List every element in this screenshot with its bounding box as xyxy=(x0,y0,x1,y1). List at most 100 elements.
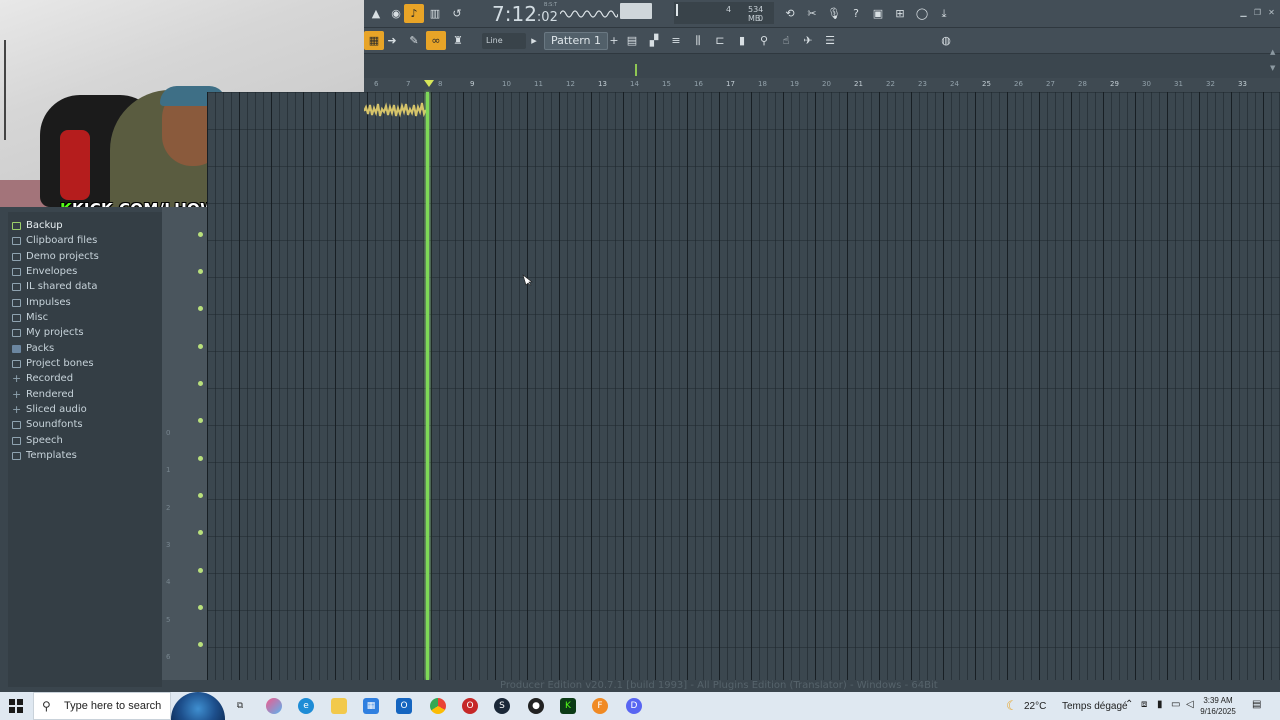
timeline-ruler[interactable]: 6 7 8 9 10 11 12 13 14 15 16 17 18 19 20… xyxy=(364,78,1280,92)
discord-icon[interactable]: D xyxy=(626,698,642,714)
undo-icon[interactable]: ⟲ xyxy=(780,4,800,23)
weather-moon-icon[interactable]: ☾ xyxy=(1004,698,1020,714)
browser-list: Backup Clipboard files Demo projects Env… xyxy=(8,212,162,687)
online-status-icon[interactable]: ◍ xyxy=(936,31,956,50)
copilot-icon[interactable] xyxy=(266,698,282,714)
channel-rack-icon[interactable]: ≡ xyxy=(666,31,686,50)
help-icon[interactable]: ? xyxy=(846,4,866,23)
mixer-window-icon[interactable]: ⫼ xyxy=(688,31,708,50)
loop-record-icon[interactable]: ↺ xyxy=(447,4,467,23)
octave-label: 4 xyxy=(166,578,171,586)
search-icon: ⚲ xyxy=(42,699,51,713)
time-marker[interactable] xyxy=(635,64,637,76)
track-indicator xyxy=(198,493,203,498)
minimize-icon[interactable]: ▁ xyxy=(1238,8,1249,17)
snap-selector[interactable]: Line xyxy=(482,33,526,49)
task-view-icon[interactable]: ⧉ xyxy=(232,698,248,714)
metronome-icon[interactable]: ◉ xyxy=(386,4,406,23)
kick-app-icon[interactable]: K xyxy=(560,698,576,714)
microphone-tray-icon[interactable]: ▮ xyxy=(1157,699,1163,710)
ruler-tick: 16 xyxy=(694,80,703,88)
download-icon[interactable]: ⤓ xyxy=(934,4,954,23)
step-edit-icon[interactable]: ▥ xyxy=(425,4,445,23)
volume-icon[interactable]: ◁ xyxy=(1186,699,1194,710)
stamp-icon[interactable]: ♜ xyxy=(448,31,468,50)
obs-icon[interactable]: ● xyxy=(528,698,544,714)
weather-desc[interactable]: Temps dégagé xyxy=(1062,701,1128,712)
browser-item-speech[interactable]: Speech xyxy=(12,433,63,448)
browser-item-rendered[interactable]: + Rendered xyxy=(12,387,74,402)
taskbar-clock[interactable]: 3:39 AM 9/16/2025 xyxy=(1196,695,1240,717)
playhead-line[interactable] xyxy=(426,92,429,680)
piano-roll-window-icon[interactable]: ▞ xyxy=(644,31,664,50)
browser-item-backup[interactable]: Backup xyxy=(12,218,63,233)
browser-item-label: Demo projects xyxy=(26,251,99,262)
outlook-icon[interactable]: O xyxy=(396,698,412,714)
browser-item-templates[interactable]: Templates xyxy=(12,448,77,463)
arrow-icon[interactable]: ➜ xyxy=(382,31,402,50)
piano-roll-icon[interactable]: ▦ xyxy=(364,31,384,50)
touch-keyboard-icon[interactable]: ☝ xyxy=(776,31,796,50)
octave-label: 5 xyxy=(166,616,171,624)
pattern-selector[interactable]: Pattern 1 xyxy=(544,32,608,50)
mixer-icon[interactable]: ⊞ xyxy=(890,4,910,23)
clock-time: 3:39 AM xyxy=(1203,696,1233,705)
playlist-icon[interactable]: ▤ xyxy=(622,31,642,50)
folder-icon xyxy=(12,298,21,307)
steam-icon[interactable]: S xyxy=(494,698,510,714)
ruler-tick: 31 xyxy=(1174,80,1183,88)
scroll-arrows-icon[interactable]: ▲ ▼ xyxy=(1270,48,1280,88)
brush-icon[interactable]: ✎ xyxy=(404,31,424,50)
browser-item-clipboard-files[interactable]: Clipboard files xyxy=(12,233,97,248)
timeline-overview[interactable] xyxy=(364,54,1280,78)
fl-studio-icon[interactable]: F xyxy=(592,698,608,714)
plugin-database-icon[interactable]: ▮ xyxy=(732,31,752,50)
edge-icon[interactable]: e xyxy=(298,698,314,714)
pattern-prev-icon[interactable]: ▸ xyxy=(528,31,540,50)
opera-icon[interactable]: O xyxy=(462,698,478,714)
mic-icon[interactable]: 🎙 xyxy=(824,4,844,23)
browser-item-sliced-audio[interactable]: + Sliced audio xyxy=(12,402,87,417)
chrome-icon[interactable] xyxy=(430,698,446,714)
link-icon[interactable]: ∞ xyxy=(426,31,446,50)
close-icon[interactable]: ✕ xyxy=(1266,8,1277,17)
track-indicator xyxy=(198,344,203,349)
project-info-icon[interactable]: ☰ xyxy=(820,31,840,50)
pattern-song-icon[interactable]: ▲ xyxy=(366,4,386,23)
folder-icon xyxy=(12,221,21,230)
plugin-picker-icon[interactable]: ⚲ xyxy=(754,31,774,50)
browser-item-demo-projects[interactable]: Demo projects xyxy=(12,249,99,264)
weather-temp[interactable]: 22°C xyxy=(1024,701,1046,712)
browser-item-packs[interactable]: Packs xyxy=(12,341,54,356)
tray-app-icon[interactable]: ⧈ xyxy=(1141,699,1147,710)
taskbar-search-box[interactable]: ⚲ Type here to search xyxy=(33,692,171,720)
plus-icon: + xyxy=(12,402,22,416)
save-icon[interactable]: ▣ xyxy=(868,4,888,23)
browser-tree-icon[interactable]: ⊏ xyxy=(710,31,730,50)
search-placeholder: Type here to search xyxy=(64,700,162,712)
scripting-icon[interactable]: ✈ xyxy=(798,31,818,50)
tempo-icon[interactable]: ♪ xyxy=(404,4,424,23)
browser-item-recorded[interactable]: + Recorded xyxy=(12,371,73,386)
file-explorer-icon[interactable] xyxy=(331,698,347,714)
chat-icon[interactable]: ◯ xyxy=(912,4,932,23)
notification-icon[interactable]: ▤ xyxy=(1252,699,1261,710)
browser-item-envelopes[interactable]: Envelopes xyxy=(12,264,77,279)
browser-item-project-bones[interactable]: Project bones xyxy=(12,356,94,371)
tray-chevron-icon[interactable]: ⌃ xyxy=(1125,699,1133,710)
browser-item-impulses[interactable]: Impulses xyxy=(12,295,71,310)
browser-item-soundfonts[interactable]: Soundfonts xyxy=(12,417,83,432)
store-icon[interactable]: ▦ xyxy=(363,698,379,714)
windows-start-icon[interactable] xyxy=(9,699,23,713)
cut-icon[interactable]: ✂ xyxy=(802,4,822,23)
pattern-add-icon[interactable]: + xyxy=(608,31,620,50)
playhead-marker[interactable] xyxy=(424,80,434,87)
restore-icon[interactable]: ❐ xyxy=(1252,8,1263,17)
browser-item-il-shared-data[interactable]: IL shared data xyxy=(12,279,97,294)
search-highlight-globe[interactable] xyxy=(171,692,225,720)
brush-cursor-icon xyxy=(522,274,533,286)
audio-clip-waveform[interactable] xyxy=(364,100,426,122)
network-icon[interactable]: ▭ xyxy=(1171,699,1180,710)
browser-item-my-projects[interactable]: My projects xyxy=(12,325,84,340)
browser-item-misc[interactable]: Misc xyxy=(12,310,48,325)
